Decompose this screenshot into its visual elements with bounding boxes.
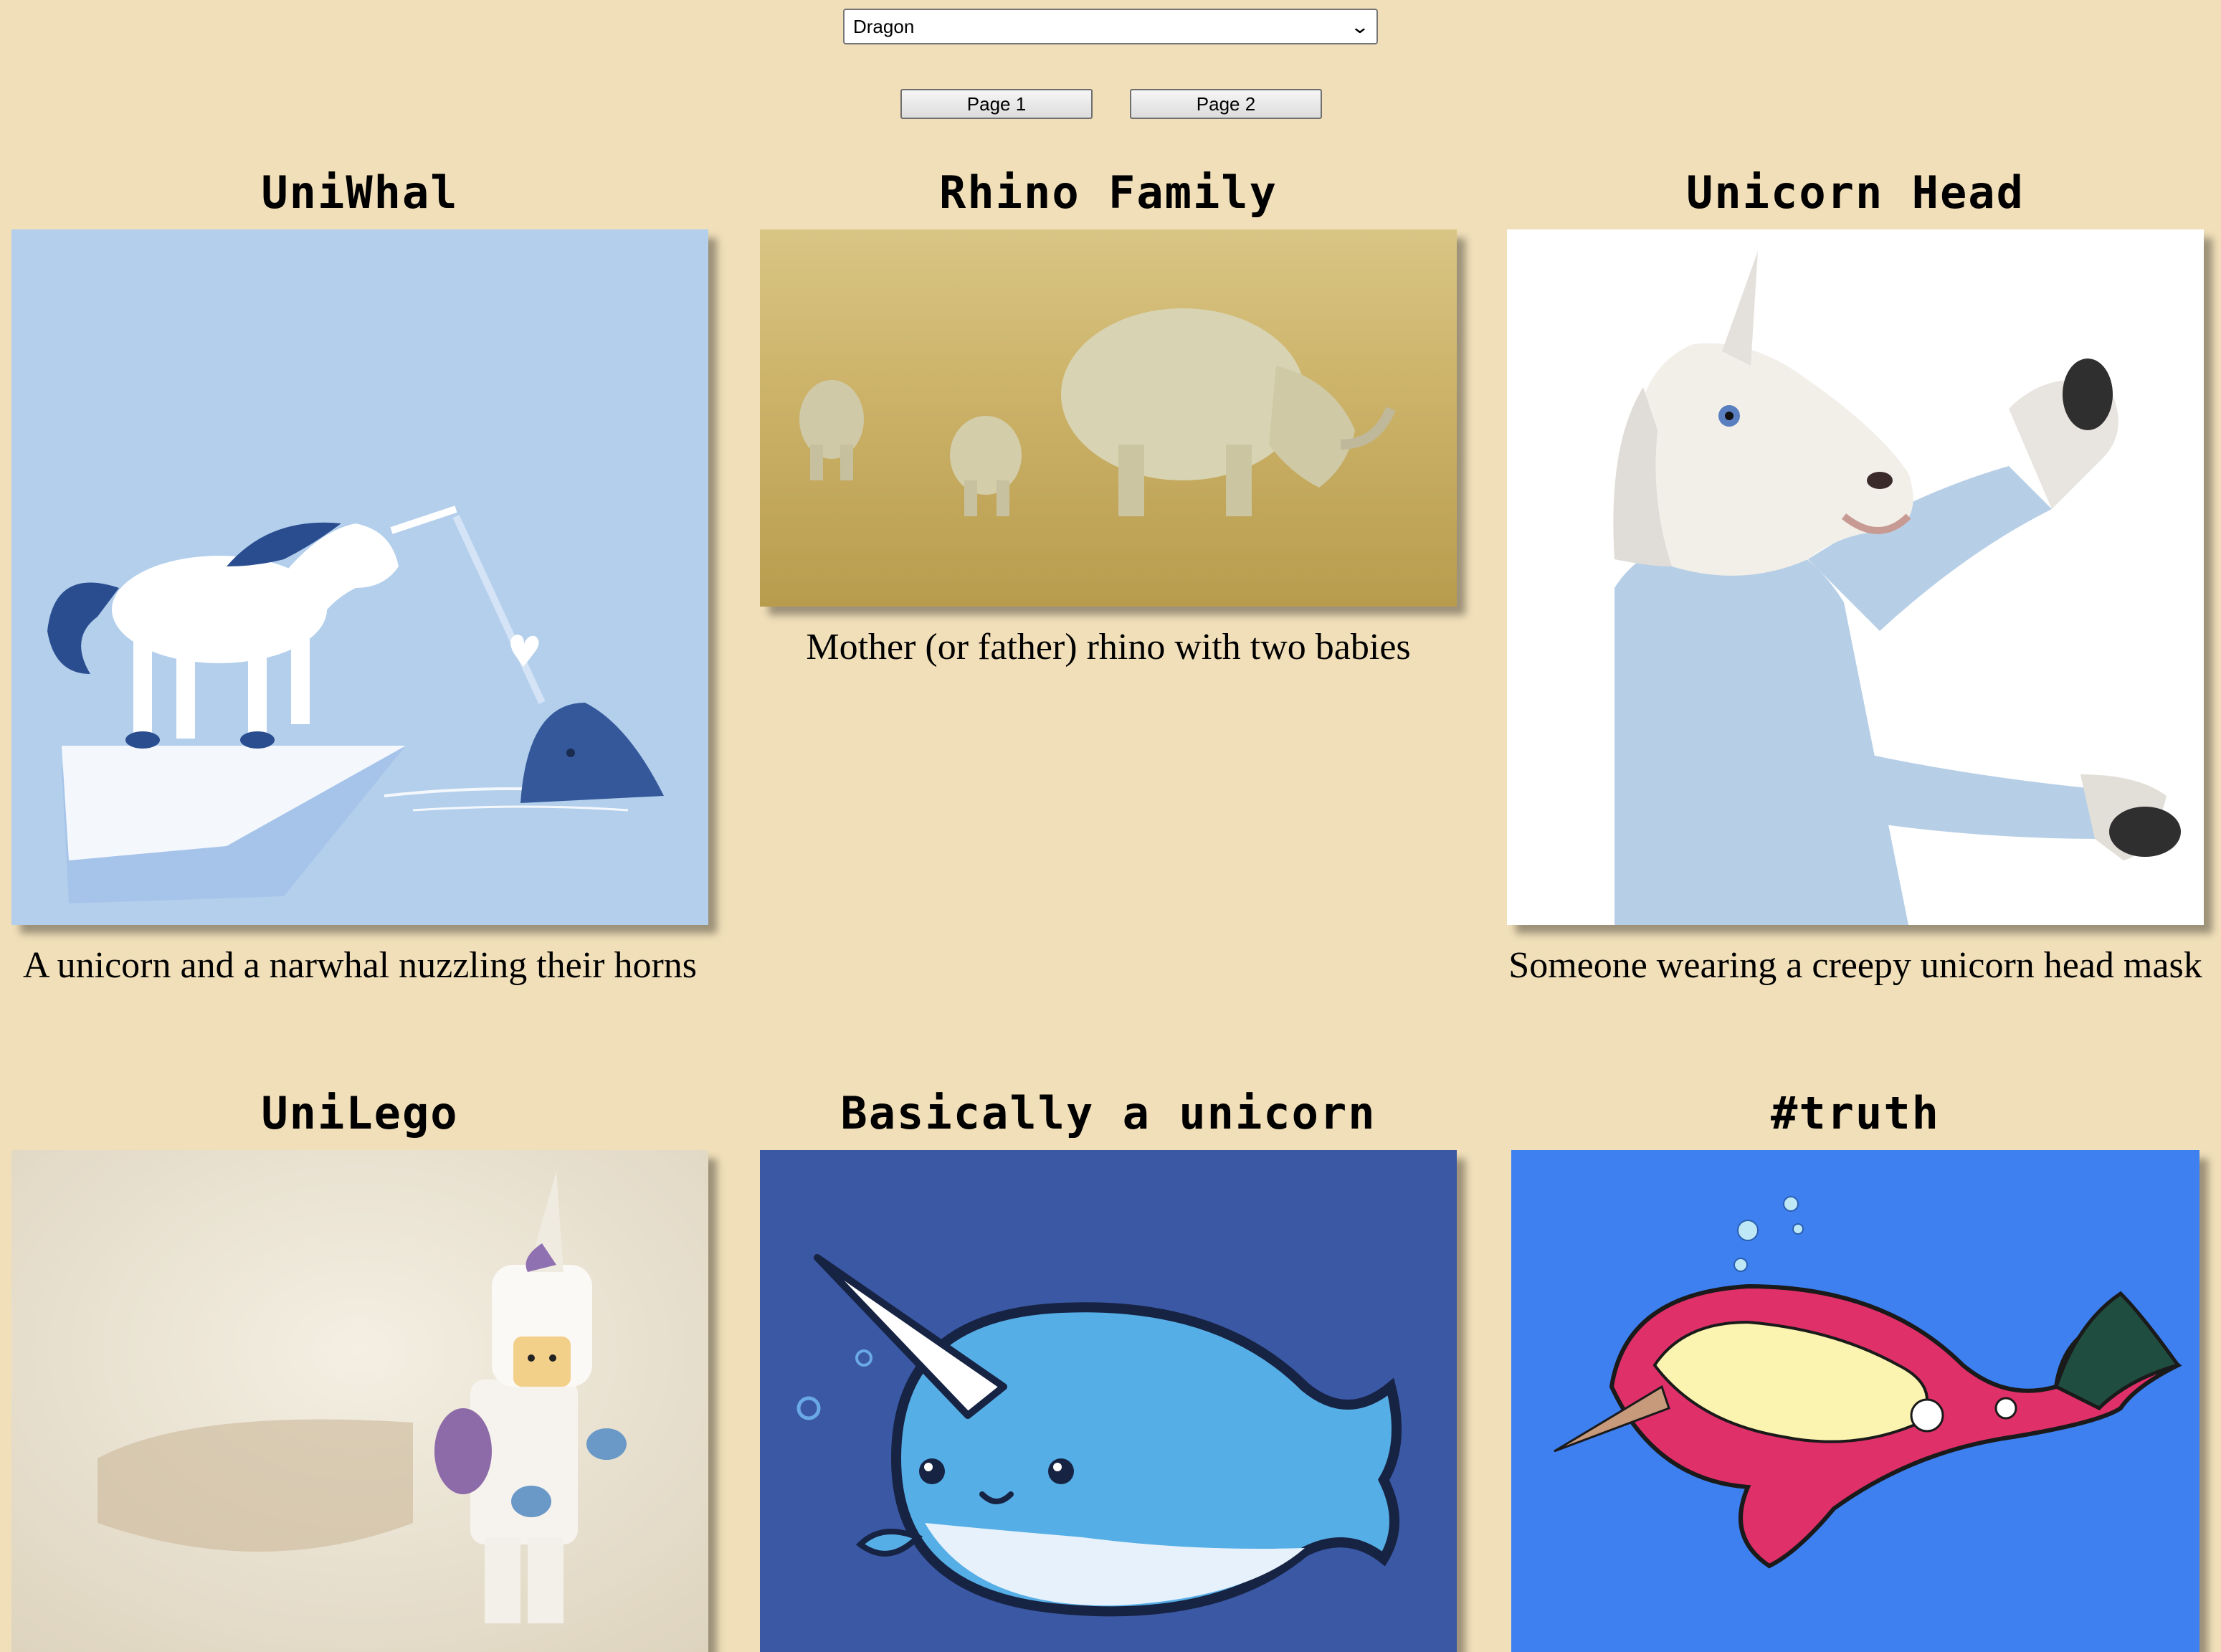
- card-image-basically-a-unicorn[interactable]: [760, 1150, 1457, 1652]
- animal-filter-value: Dragon: [853, 15, 915, 37]
- card-image-rhino-family[interactable]: [760, 229, 1457, 607]
- chevron-down-icon: ⌄: [1349, 15, 1371, 37]
- card-caption-unicorn-head: Someone wearing a creepy unicorn head ma…: [1508, 945, 2202, 986]
- card-title-truth: #truth: [1771, 1087, 1940, 1139]
- card-title-rhino-family: Rhino Family: [939, 166, 1278, 219]
- animal-filter-select[interactable]: Dragon ⌄: [843, 9, 1378, 44]
- unicorn-mask-photo: [1507, 229, 2204, 925]
- card-title-unicorn-head: Unicorn Head: [1686, 166, 2025, 219]
- cartoon-narwhal-illustration: [760, 1150, 1457, 1652]
- rhino-family-photo: [760, 229, 1457, 607]
- card-image-truth[interactable]: [1511, 1150, 2199, 1652]
- card-caption-uniwhal: A unicorn and a narwhal nuzzling their h…: [22, 945, 698, 986]
- card-title-unilego: UniLego: [261, 1087, 459, 1139]
- card-title-basically-a-unicorn: Basically a unicorn: [840, 1087, 1376, 1139]
- card-caption-rhino-family: Mother (or father) rhino with two babies: [806, 627, 1411, 668]
- page-2-button[interactable]: Page 2: [1130, 89, 1322, 119]
- unicorn-narwhal-illustration: [11, 229, 708, 925]
- card-image-unilego[interactable]: [11, 1150, 708, 1652]
- card-title-uniwhal: UniWhal: [261, 166, 459, 219]
- lego-unicorn-photo: [11, 1150, 708, 1652]
- card-image-unicorn-head[interactable]: [1507, 229, 2204, 925]
- narwhal-costume-drawing: [1511, 1150, 2199, 1652]
- page-1-button[interactable]: Page 1: [900, 89, 1093, 119]
- card-image-uniwhal[interactable]: [11, 229, 708, 925]
